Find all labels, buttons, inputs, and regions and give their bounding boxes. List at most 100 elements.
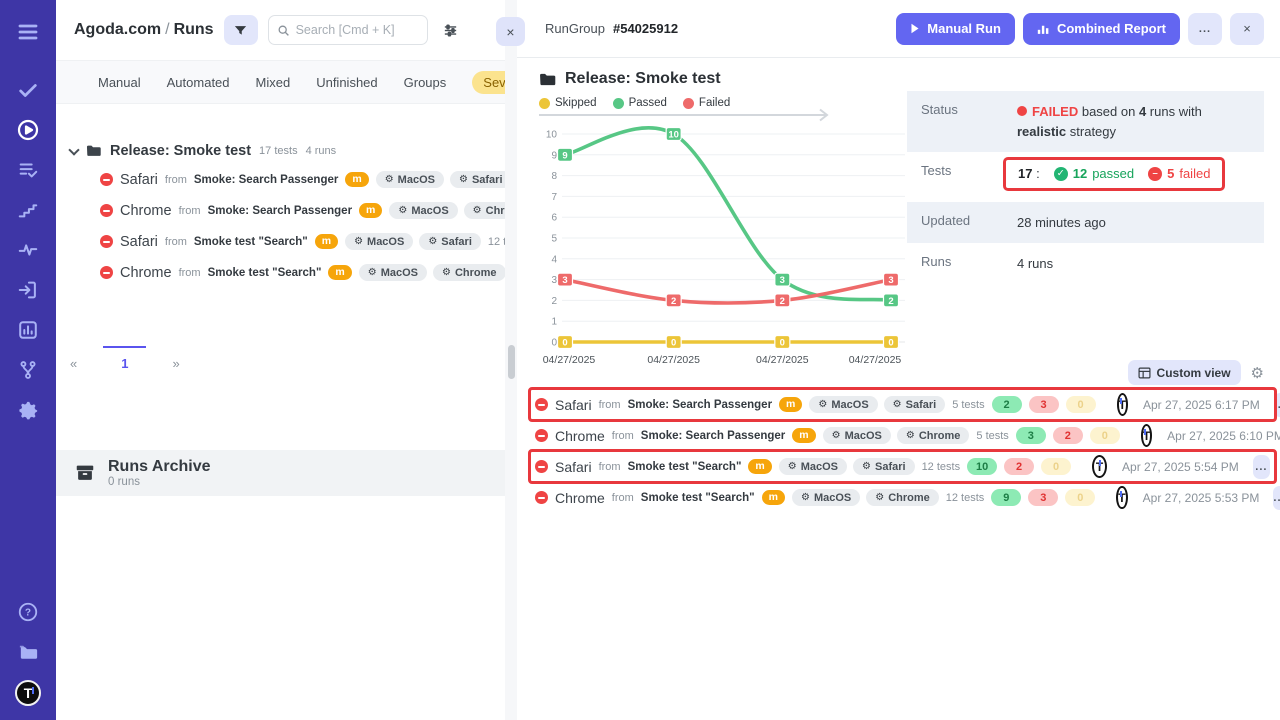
tab-groups[interactable]: Groups [404, 75, 447, 90]
combined-report-button[interactable]: Combined Report [1023, 13, 1180, 45]
chevron-down-icon[interactable] [68, 144, 79, 155]
tab-automated[interactable]: Automated [167, 75, 230, 90]
settings-gear-icon[interactable] [0, 390, 56, 430]
env-tag-macos[interactable]: ⚙MacOS [792, 489, 860, 506]
updated-label: Updated [921, 213, 1017, 233]
run-browser-name[interactable]: Safari [120, 172, 158, 188]
left-panel-scrollbar[interactable] [505, 0, 517, 720]
more-actions-button[interactable]: ... [1188, 13, 1222, 45]
runs-archive-row[interactable]: Runs Archive 0 runs [56, 450, 505, 496]
tab-mixed[interactable]: Mixed [256, 75, 291, 90]
env-tag-macos[interactable]: ⚙MacOS [359, 264, 427, 281]
breadcrumb-page: Runs [174, 21, 214, 38]
manual-mode-badge: m [345, 172, 368, 188]
status-label: Status [921, 102, 1017, 141]
help-icon[interactable]: ? [0, 592, 56, 632]
detail-content: Release: Smoke test SkippedPassedFailed … [517, 58, 1280, 720]
run-list-item[interactable]: Chrome from Smoke: Search Passenger m ⚙M… [70, 195, 517, 226]
run-browser-name[interactable]: Safari [555, 397, 592, 413]
search-input[interactable] [296, 23, 414, 37]
run-source-name[interactable]: Smoke test "Search" [208, 267, 322, 279]
search-box[interactable] [268, 15, 428, 45]
run-source-name[interactable]: Smoke: Search Passenger [208, 205, 352, 217]
run-browser-name[interactable]: Chrome [120, 265, 172, 281]
row-more-button[interactable]: ... [1273, 486, 1280, 510]
table-row[interactable]: Safari from Smoke test "Search" m ⚙MacOS… [535, 451, 1270, 482]
row-more-button[interactable]: ... [1253, 455, 1270, 479]
tab-manual[interactable]: Manual [98, 75, 141, 90]
legend-dot-icon [683, 98, 694, 109]
run-tests-count: 5 tests [976, 430, 1008, 442]
env-tag-macos[interactable]: ⚙MacOS [809, 396, 877, 413]
run-from-label: from [599, 399, 621, 411]
projects-folder-icon[interactable] [0, 632, 56, 672]
menu-icon[interactable] [0, 12, 56, 52]
pagination-next[interactable]: » [172, 346, 179, 371]
panel-close-button[interactable]: × [496, 17, 525, 46]
app-logo[interactable]: T [15, 680, 41, 706]
table-row[interactable]: Chrome from Smoke test "Search" m ⚙MacOS… [535, 482, 1270, 513]
run-browser-name[interactable]: Safari [555, 459, 592, 475]
user-avatar[interactable]: T [1117, 393, 1128, 416]
run-list-item[interactable]: Safari from Smoke test "Search" m ⚙MacOS… [70, 226, 517, 257]
run-source-name[interactable]: Smoke: Search Passenger [194, 174, 338, 186]
env-tag-safari[interactable]: ⚙Safari [450, 171, 512, 188]
gear-icon: ⚙ [459, 174, 468, 185]
table-row[interactable]: Safari from Smoke: Search Passenger m ⚙M… [535, 389, 1270, 420]
run-group-row[interactable]: Release: Smoke test 17 tests 4 runs [70, 138, 517, 164]
user-avatar[interactable]: T [1092, 455, 1107, 478]
svg-text:9: 9 [562, 150, 567, 161]
detail-close-button[interactable]: × [1230, 13, 1264, 45]
user-avatar[interactable]: T [1141, 424, 1152, 447]
run-source-name[interactable]: Smoke test "Search" [641, 492, 755, 504]
report-chart-icon [1037, 23, 1050, 35]
tests-check-icon[interactable] [0, 70, 56, 110]
adjustments-icon[interactable] [442, 22, 459, 39]
pulse-icon[interactable] [0, 230, 56, 270]
runs-label: Runs [921, 254, 1017, 274]
run-browser-name[interactable]: Chrome [555, 428, 605, 444]
manual-run-button[interactable]: Manual Run [896, 13, 1015, 45]
filter-button[interactable] [224, 15, 258, 45]
env-tag-macos[interactable]: ⚙MacOS [389, 202, 457, 219]
run-list-item[interactable]: Chrome from Smoke test "Search" m ⚙MacOS… [70, 257, 517, 288]
analytics-icon[interactable] [0, 310, 56, 350]
env-tag-macos[interactable]: ⚙MacOS [345, 233, 413, 250]
env-tag-chrome[interactable]: ⚙Chrome [433, 264, 506, 281]
failed-word: failed [1179, 164, 1210, 184]
import-icon[interactable] [0, 270, 56, 310]
env-tag-chrome[interactable]: ⚙Chrome [866, 489, 939, 506]
env-tag-safari[interactable]: ⚙Safari [419, 233, 481, 250]
env-tag-safari[interactable]: ⚙Safari [853, 458, 915, 475]
steps-icon[interactable] [0, 190, 56, 230]
env-tag-safari[interactable]: ⚙Safari [884, 396, 946, 413]
row-more-button[interactable]: ... [1274, 393, 1280, 417]
pagination-prev[interactable]: « [70, 346, 77, 371]
run-browser-name[interactable]: Chrome [555, 490, 605, 506]
run-source-name[interactable]: Smoke: Search Passenger [641, 430, 785, 442]
run-group-name[interactable]: Release: Smoke test [110, 143, 251, 159]
run-source-name[interactable]: Smoke test "Search" [628, 461, 742, 473]
breadcrumb-project[interactable]: Agoda.com [74, 21, 161, 38]
failed-status-icon [100, 266, 113, 279]
custom-view-button[interactable]: Custom view [1128, 360, 1241, 385]
branches-icon[interactable] [0, 350, 56, 390]
user-avatar[interactable]: T [1116, 486, 1127, 509]
run-browser-name[interactable]: Chrome [120, 203, 172, 219]
table-settings-gear-icon[interactable]: ⚙ [1251, 364, 1264, 382]
run-source-name[interactable]: Smoke: Search Passenger [628, 399, 772, 411]
scrollbar-thumb[interactable] [508, 345, 515, 379]
plans-list-icon[interactable] [0, 150, 56, 190]
table-row[interactable]: Chrome from Smoke: Search Passenger m ⚙M… [535, 420, 1270, 451]
tab-unfinished[interactable]: Unfinished [316, 75, 377, 90]
env-tag-macos[interactable]: ⚙MacOS [376, 171, 444, 188]
run-source-name[interactable]: Smoke test "Search" [194, 236, 308, 248]
svg-text:0: 0 [780, 338, 785, 349]
runs-play-icon[interactable] [0, 110, 56, 150]
env-tag-chrome[interactable]: ⚙Chrome [897, 427, 970, 444]
run-list-item[interactable]: Safari from Smoke: Search Passenger m ⚙M… [70, 164, 517, 195]
env-tag-macos[interactable]: ⚙MacOS [823, 427, 891, 444]
pagination-page-1[interactable]: 1 [103, 346, 146, 371]
run-browser-name[interactable]: Safari [120, 234, 158, 250]
env-tag-macos[interactable]: ⚙MacOS [779, 458, 847, 475]
